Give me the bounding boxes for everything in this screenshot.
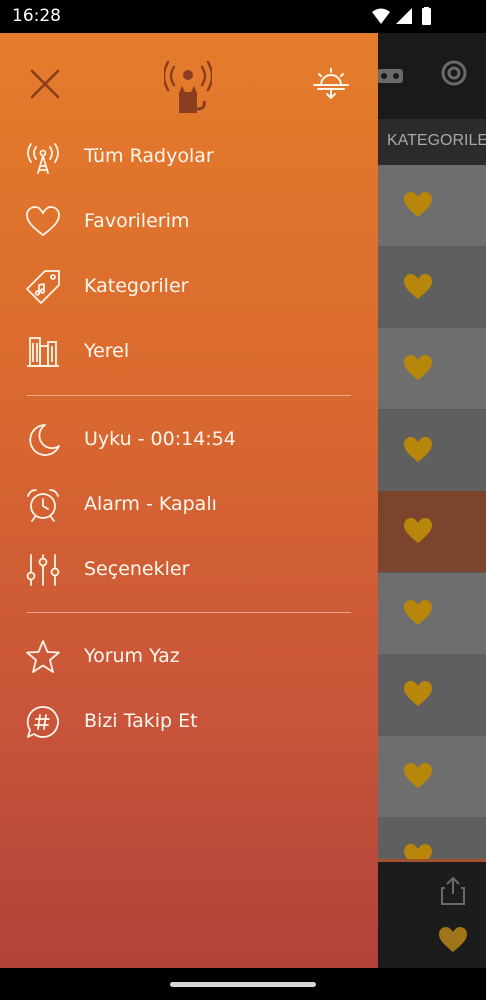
- menu-label-categories: Kategoriler: [84, 275, 189, 297]
- player-heart-icon: [439, 927, 467, 952]
- close-icon[interactable]: [28, 67, 62, 101]
- home-gesture-bar[interactable]: [170, 982, 316, 987]
- station-heart-icon: [404, 518, 432, 543]
- menu-label-all-radios: Tüm Radyolar: [84, 145, 214, 167]
- alarm-clock-icon: [27, 489, 59, 522]
- station-heart-icon: [404, 192, 432, 217]
- status-bar: 16:28: [0, 0, 486, 33]
- station-heart-icon: [404, 762, 432, 788]
- menu-item-alarm[interactable]: Alarm - Kapalı: [0, 475, 378, 535]
- menu-label-local: Yerel: [84, 340, 130, 362]
- city-icon: [27, 337, 59, 367]
- menu-label-write-review: Yorum Yaz: [84, 645, 180, 667]
- status-time: 16:28: [12, 6, 61, 26]
- menu-label-favorites: Favorilerim: [84, 210, 190, 232]
- menu-item-all-radios[interactable]: Tüm Radyolar: [0, 127, 378, 187]
- menu-label-alarm: Alarm - Kapalı: [84, 493, 217, 515]
- share-icon: [441, 876, 465, 905]
- menu-item-options[interactable]: Seçenekler: [0, 540, 378, 600]
- menu-item-follow-us[interactable]: Bizi Takip Et: [0, 692, 378, 752]
- menu-label-sleep-timer: Uyku - 00:14:54: [84, 428, 236, 450]
- radio-cat-logo-icon: [164, 60, 212, 113]
- menu-item-local[interactable]: Yerel: [0, 322, 378, 382]
- star-icon: [26, 640, 60, 673]
- tab-categories: KATEGORILE: [387, 132, 486, 149]
- car-radio-icon: [377, 69, 403, 83]
- antenna-icon: [27, 143, 59, 174]
- battery-icon: [422, 7, 431, 25]
- station-heart-icon: [404, 681, 432, 706]
- cast-icon: [441, 60, 467, 86]
- menu-item-categories[interactable]: Kategoriler: [0, 257, 378, 317]
- navigation-drawer: Tüm Radyolar Favorilerim Kategoriler Yer…: [0, 33, 378, 968]
- station-heart-icon: [404, 273, 432, 299]
- menu-label-follow-us: Bizi Takip Et: [84, 710, 198, 732]
- menu-item-sleep-timer[interactable]: Uyku - 00:14:54: [0, 410, 378, 470]
- hashtag-icon: [26, 706, 59, 738]
- menu-label-options: Seçenekler: [84, 558, 190, 580]
- menu-item-favorites[interactable]: Favorilerim: [0, 192, 378, 252]
- sliders-icon: [26, 554, 60, 586]
- drawer-header: [0, 33, 378, 133]
- heart-icon: [26, 206, 60, 237]
- status-icons: [370, 7, 448, 27]
- wifi-icon: [372, 8, 390, 24]
- menu-item-write-review[interactable]: Yorum Yaz: [0, 627, 378, 687]
- cell-signal-icon: [396, 8, 412, 24]
- station-heart-icon: [404, 355, 432, 380]
- station-heart-icon: [404, 599, 432, 625]
- system-nav-bar: [0, 968, 486, 1000]
- tag-icon: [26, 270, 60, 304]
- menu-divider: [27, 612, 351, 613]
- menu-divider: [27, 395, 351, 396]
- moon-icon: [29, 424, 60, 456]
- day-night-icon[interactable]: [312, 67, 350, 101]
- station-heart-icon: [404, 436, 432, 462]
